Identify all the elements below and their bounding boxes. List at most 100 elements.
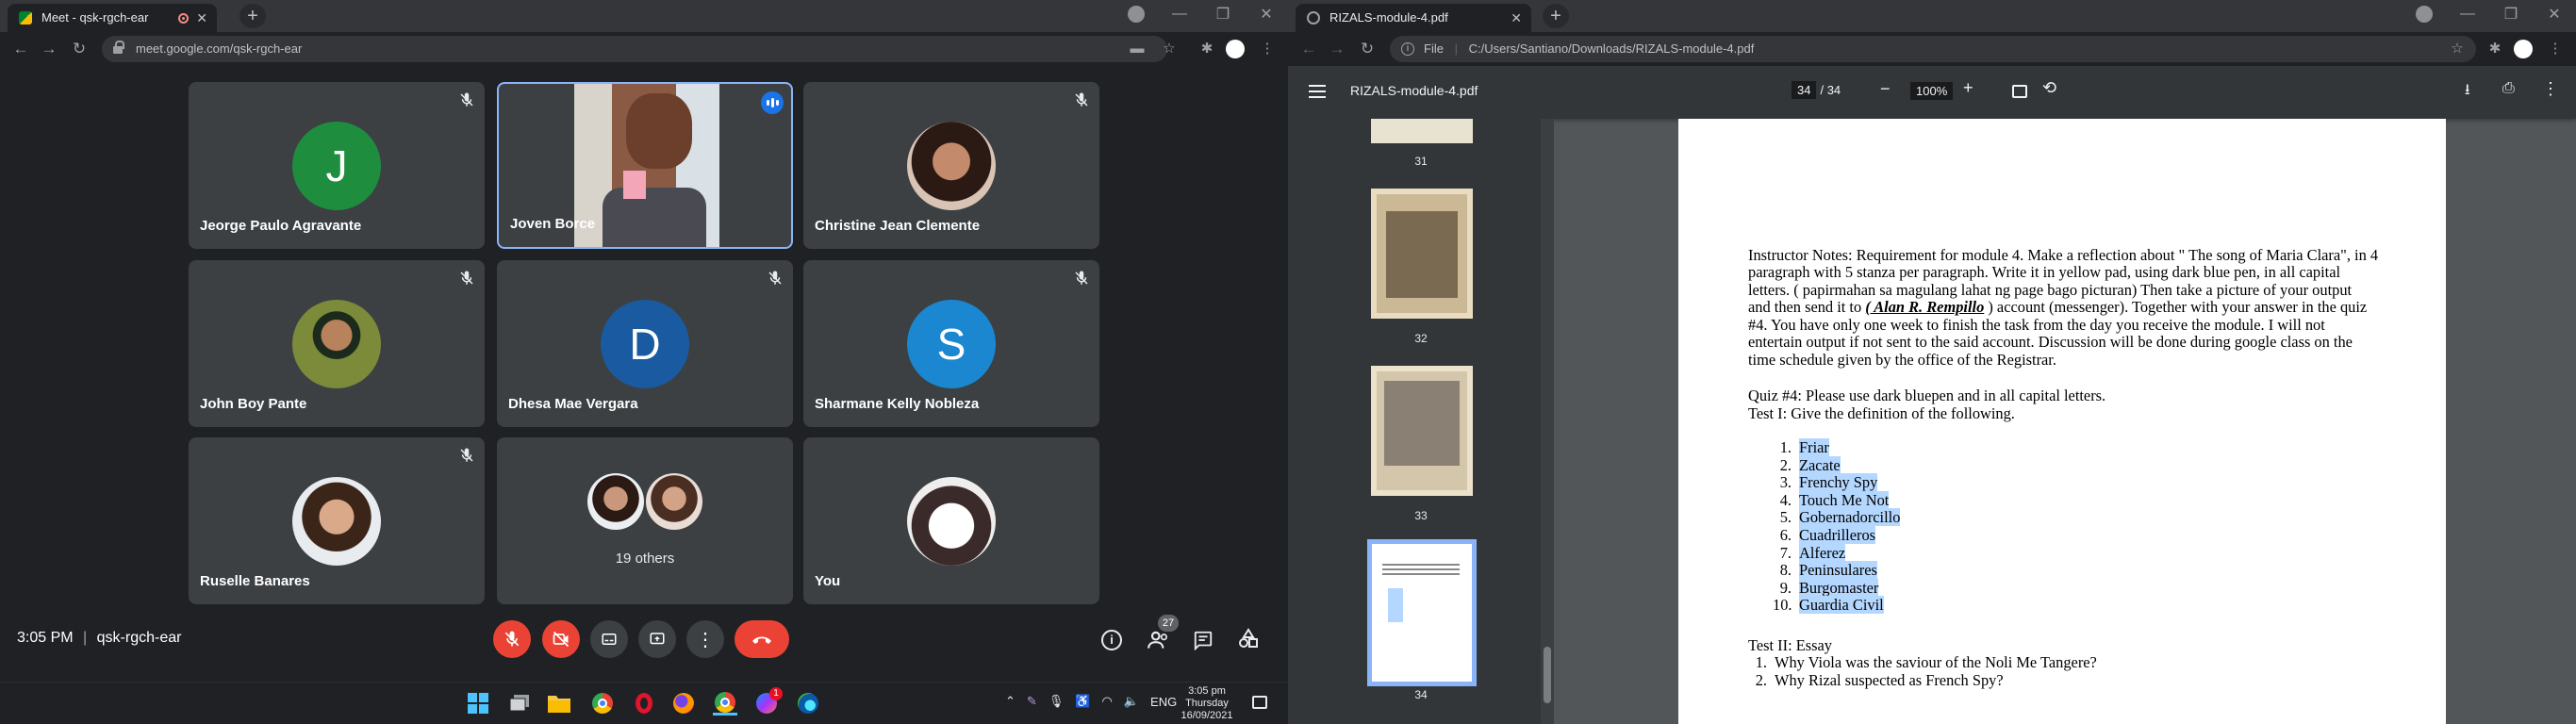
minimize-icon[interactable]: — <box>2446 6 2489 23</box>
extensions-icon[interactable]: ✱ <box>1197 40 1216 58</box>
recording-icon <box>178 13 189 24</box>
thumbnail-scrollbar[interactable] <box>1541 119 1554 724</box>
profile-avatar-icon[interactable] <box>1226 40 1245 58</box>
camera-blocked-icon[interactable]: ▬ <box>1128 40 1147 58</box>
messenger-icon[interactable]: 1 <box>754 687 783 716</box>
extensions-icon[interactable]: ✱ <box>2485 40 2504 58</box>
captions-button[interactable] <box>590 620 628 658</box>
list-item: 4. Touch Me Not <box>1779 490 1890 509</box>
page-thumbnail[interactable] <box>1371 366 1473 496</box>
people-button[interactable]: 27 <box>1147 615 1179 652</box>
close-window-icon[interactable]: ✕ <box>1245 5 1288 24</box>
participant-tile-speaking[interactable]: Joven Borce <box>497 82 793 249</box>
chat-button[interactable] <box>1192 630 1214 651</box>
participant-name: Ruselle Banares <box>200 573 310 589</box>
task-view-icon[interactable] <box>507 691 532 716</box>
tab-title: RIZALS-module-4.pdf <box>1329 10 1448 25</box>
start-icon[interactable] <box>466 691 490 716</box>
self-tile[interactable]: You <box>803 437 1099 604</box>
scrollbar-thumb[interactable] <box>1544 647 1551 703</box>
pen-icon[interactable]: ✎ <box>1027 694 1037 709</box>
chevron-up-icon[interactable]: ⌃ <box>1005 694 1016 709</box>
notifications-icon[interactable] <box>1252 696 1267 709</box>
page-thumbnail-selected[interactable] <box>1367 539 1477 686</box>
close-tab-icon[interactable]: ✕ <box>196 4 207 32</box>
more-options-button[interactable]: ⋮ <box>686 620 724 658</box>
file-explorer-icon[interactable] <box>547 691 571 716</box>
close-tab-icon[interactable]: ✕ <box>1511 4 1522 32</box>
page-input[interactable]: 34 <box>1792 81 1817 99</box>
reload-icon[interactable]: ↻ <box>68 38 91 60</box>
list-item: 9. Burgomaster <box>1779 578 1879 597</box>
present-now-button[interactable] <box>638 620 676 658</box>
opera-icon[interactable] <box>632 691 656 716</box>
forward-icon[interactable]: → <box>38 38 60 60</box>
accessibility-icon[interactable]: ♿ <box>1075 694 1090 709</box>
back-icon[interactable]: ← <box>9 38 32 60</box>
reload-icon[interactable]: ↻ <box>1356 38 1379 60</box>
chrome-active-icon[interactable] <box>713 691 737 716</box>
wifi-icon[interactable]: ◠ <box>1102 694 1113 709</box>
maximize-icon[interactable]: ❐ <box>1201 5 1245 24</box>
forward-icon[interactable]: → <box>1326 38 1348 60</box>
toggle-mic-button[interactable] <box>493 620 531 658</box>
tab-pdf[interactable]: RIZALS-module-4.pdf ✕ <box>1296 4 1531 32</box>
profile-icon[interactable] <box>2416 6 2433 23</box>
more-actions-icon[interactable]: ⋮ <box>2542 79 2559 99</box>
participant-name: You <box>815 573 841 589</box>
clock[interactable]: 3:05 pm Thursday 16/09/2021 <box>1173 685 1241 722</box>
page-thumbnail[interactable] <box>1371 119 1473 143</box>
address-bar[interactable]: meet.google.com/qsk-rgch-ear <box>102 36 1167 62</box>
participant-tile[interactable]: D Dhesa Mae Vergara <box>497 260 793 427</box>
firefox-icon[interactable] <box>671 691 696 716</box>
list-item: 2. Why Rizal suspected as French Spy? <box>1755 670 2004 689</box>
participant-tile[interactable]: S Sharmane Kelly Nobleza <box>803 260 1099 427</box>
zoom-level[interactable]: 100% <box>1910 82 1954 100</box>
minimize-icon[interactable]: — <box>1158 6 1201 23</box>
profile-avatar-icon[interactable] <box>2514 40 2533 58</box>
menu-icon[interactable]: ⋮ <box>1258 40 1277 58</box>
meeting-time: 3:05 PM <box>17 630 74 646</box>
profile-icon[interactable] <box>1128 6 1145 23</box>
print-icon[interactable]: ⎙ <box>2502 80 2515 97</box>
windows-taskbar: 1 ⌃ ✎ 🎙 ♿ ◠ 🔈 ENG 3:05 pm Thursday 16/09… <box>0 682 1288 724</box>
tab-meet[interactable]: Meet - qsk-rgch-ear ✕ <box>8 4 217 32</box>
list-item: 3. Frenchy Spy <box>1779 473 1878 492</box>
toggle-camera-button[interactable] <box>542 620 580 658</box>
participant-tile[interactable]: John Boy Pante <box>189 260 485 427</box>
page-thumbnail[interactable] <box>1371 189 1473 319</box>
zoom-in-icon[interactable]: + <box>1963 78 1973 98</box>
chrome-icon[interactable] <box>590 691 615 716</box>
tab-strip: RIZALS-module-4.pdf ✕ + — ❐ ✕ <box>1288 0 2576 32</box>
back-icon[interactable]: ← <box>1297 38 1320 60</box>
others-tile[interactable]: 19 others <box>497 437 793 604</box>
address-bar[interactable]: i File | C:/Users/Santiano/Downloads/RIZ… <box>1390 36 2476 62</box>
zoom-out-icon[interactable]: − <box>1880 79 1891 99</box>
volume-icon[interactable]: 🔈 <box>1124 694 1139 709</box>
mic-icon[interactable]: 🎙 <box>1049 694 1065 709</box>
maximize-icon[interactable]: ❐ <box>2489 5 2533 24</box>
meeting-details-icon[interactable]: i <box>1101 630 1122 650</box>
close-window-icon[interactable]: ✕ <box>2533 5 2576 24</box>
participant-tile[interactable]: Christine Jean Clemente <box>803 82 1099 249</box>
new-tab-button[interactable]: + <box>239 4 266 28</box>
term-list: 1. Friar 2. Zacate 3. Frenchy Spy 4. Touch M… <box>1773 438 1901 615</box>
notes-text: ) account (messenger). Together with you… <box>1984 298 2368 316</box>
chat-icon <box>1194 631 1213 651</box>
rotate-icon[interactable]: ⟲ <box>2042 78 2056 98</box>
menu-icon[interactable]: ⋮ <box>2546 40 2565 58</box>
bookmark-star-icon[interactable]: ☆ <box>1160 40 1179 58</box>
sidebar-menu-icon[interactable] <box>1309 85 1326 98</box>
participant-tile[interactable]: Ruselle Banares <box>189 437 485 604</box>
thumbnail-label: 34 <box>1414 688 1428 701</box>
bookmark-star-icon[interactable]: ☆ <box>2448 40 2467 58</box>
fit-page-icon[interactable] <box>2012 85 2027 98</box>
notes-line: entertain output if not sent to the said… <box>1748 333 2353 351</box>
leave-call-button[interactable] <box>735 620 789 658</box>
participant-tile[interactable]: J Jeorge Paulo Agravante <box>189 82 485 249</box>
new-tab-button[interactable]: + <box>1543 4 1569 28</box>
download-icon[interactable]: ⭳ <box>2465 79 2470 105</box>
edge-icon[interactable] <box>796 691 820 716</box>
notes-line: and then send it to ( Alan R. Rempillo )… <box>1748 298 2368 317</box>
activities-button[interactable] <box>1237 628 1260 650</box>
